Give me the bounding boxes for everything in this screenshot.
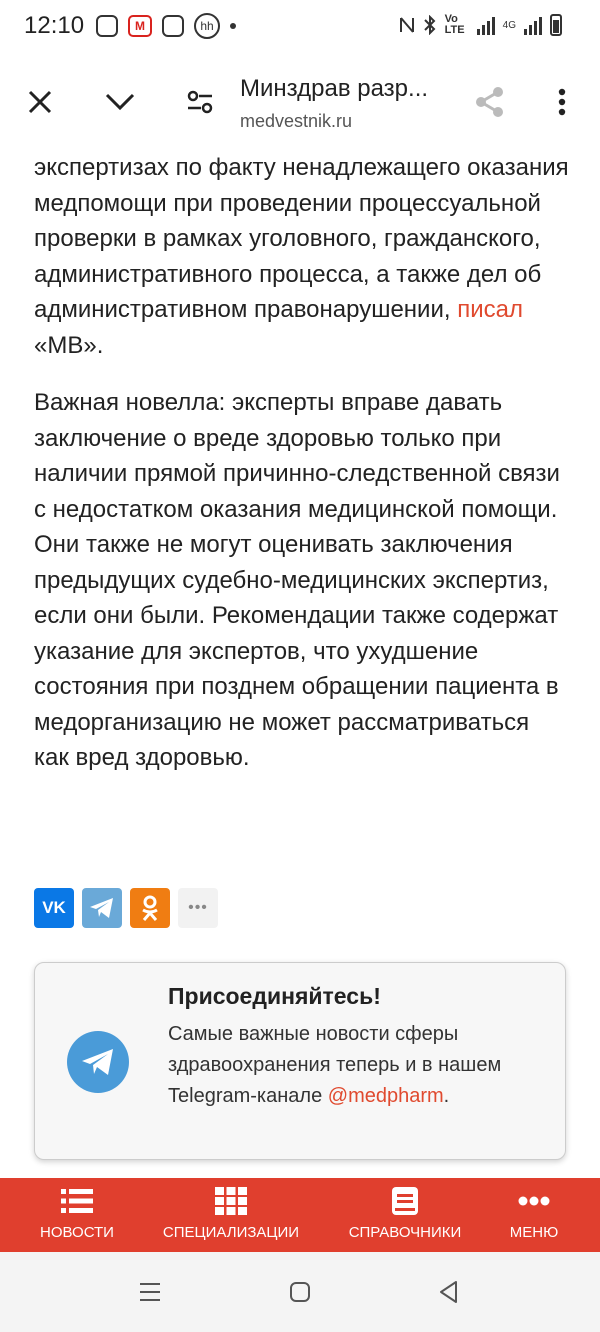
nav-label: МЕНЮ [509, 1224, 559, 1241]
paragraph-text: «МВ». [34, 331, 104, 359]
share-icon [476, 87, 503, 117]
system-navigation-bar [0, 1252, 600, 1332]
odnoklassniki-icon [142, 895, 158, 921]
odnoklassniki-share-button[interactable] [130, 888, 170, 928]
article-paragraph: экспертизах по факту ненадлежащего оказа… [34, 150, 570, 363]
dots-icon [518, 1196, 550, 1206]
page-settings-button[interactable] [174, 76, 226, 128]
card-punctuation: . [443, 1085, 450, 1107]
grid-icon [215, 1187, 247, 1215]
notification-icons: М hh [96, 13, 236, 39]
card-title: Присоединяйтесь! [168, 983, 381, 1009]
battery-icon [550, 14, 562, 36]
book-icon [392, 1187, 418, 1215]
carrier-text: Vo LTE [444, 13, 465, 36]
magnit-icon: М [128, 15, 152, 37]
collapse-button[interactable] [94, 76, 146, 128]
nav-label: СПЕЦИАЛИЗАЦИИ [162, 1224, 300, 1241]
vk-icon: VK [42, 898, 66, 917]
tune-icon [187, 90, 213, 114]
list-icon [61, 1189, 93, 1213]
page-title: Минздрав разр... [240, 75, 429, 102]
article-paragraph: Важная новелла: эксперты вправе давать з… [34, 389, 560, 771]
chevron-down-icon [105, 93, 135, 111]
status-time: 12:10 [24, 12, 85, 39]
close-icon [28, 90, 52, 114]
card-text: Самые важные новости сферы здравоохранен… [168, 1019, 538, 1112]
telegram-icon [90, 898, 113, 918]
bluetooth-icon [423, 15, 436, 35]
nav-menu[interactable]: МЕНЮ [496, 1178, 572, 1252]
recent-apps-button[interactable] [136, 1280, 164, 1304]
more-share-button[interactable]: ••• [178, 888, 218, 928]
bottom-navigation: НОВОСТИ СПЕЦИАЛИЗАЦИИ СПРАВОЧНИКИ МЕНЮ [0, 1178, 600, 1252]
back-button[interactable] [434, 1280, 462, 1304]
nav-label: НОВОСТИ [40, 1224, 114, 1241]
share-buttons: VK ••• [34, 888, 218, 928]
share-button[interactable] [464, 76, 516, 128]
network-type: 4G [502, 19, 516, 31]
telegram-share-button[interactable] [82, 888, 122, 928]
back-icon [440, 1281, 457, 1303]
signal-icon [524, 15, 542, 35]
nav-news[interactable]: НОВОСТИ [20, 1178, 134, 1252]
nav-references[interactable]: СПРАВОЧНИКИ [340, 1178, 470, 1252]
article-link[interactable]: писал [457, 296, 523, 323]
nfc-icon [399, 17, 414, 33]
nav-label: СПРАВОЧНИКИ [348, 1224, 462, 1241]
close-button[interactable] [14, 76, 66, 128]
hh-icon: hh [194, 13, 220, 39]
instagram-icon [162, 15, 184, 37]
more-icon: ••• [188, 899, 208, 916]
status-bar: 12:10 М hh Vo LTE 4G [0, 0, 600, 56]
nav-specializations[interactable]: СПЕЦИАЛИЗАЦИИ [156, 1178, 306, 1252]
home-button[interactable] [286, 1280, 314, 1304]
telegram-promo-card[interactable]: Присоединяйтесь! Самые важные новости сф… [34, 962, 566, 1160]
signal-icon [476, 15, 495, 35]
more-options-button[interactable] [536, 76, 588, 128]
telegram-icon [82, 1049, 113, 1075]
browser-toolbar: Минздрав разр... medvestnik.ru [0, 56, 600, 150]
vk-share-button[interactable]: VK [34, 888, 74, 928]
home-icon [290, 1282, 310, 1302]
system-status-icons: Vo LTE 4G [399, 14, 562, 36]
recent-apps-icon [140, 1283, 160, 1301]
page-url: medvestnik.ru [240, 111, 353, 131]
more-vert-icon [558, 88, 566, 116]
telegram-channel-link[interactable]: @medpharm [328, 1085, 444, 1107]
telegram-logo [67, 1031, 129, 1093]
instagram-icon [96, 15, 118, 37]
article-body: экспертизах по факту ненадлежащего оказа… [34, 150, 570, 776]
dot-icon [230, 23, 236, 29]
